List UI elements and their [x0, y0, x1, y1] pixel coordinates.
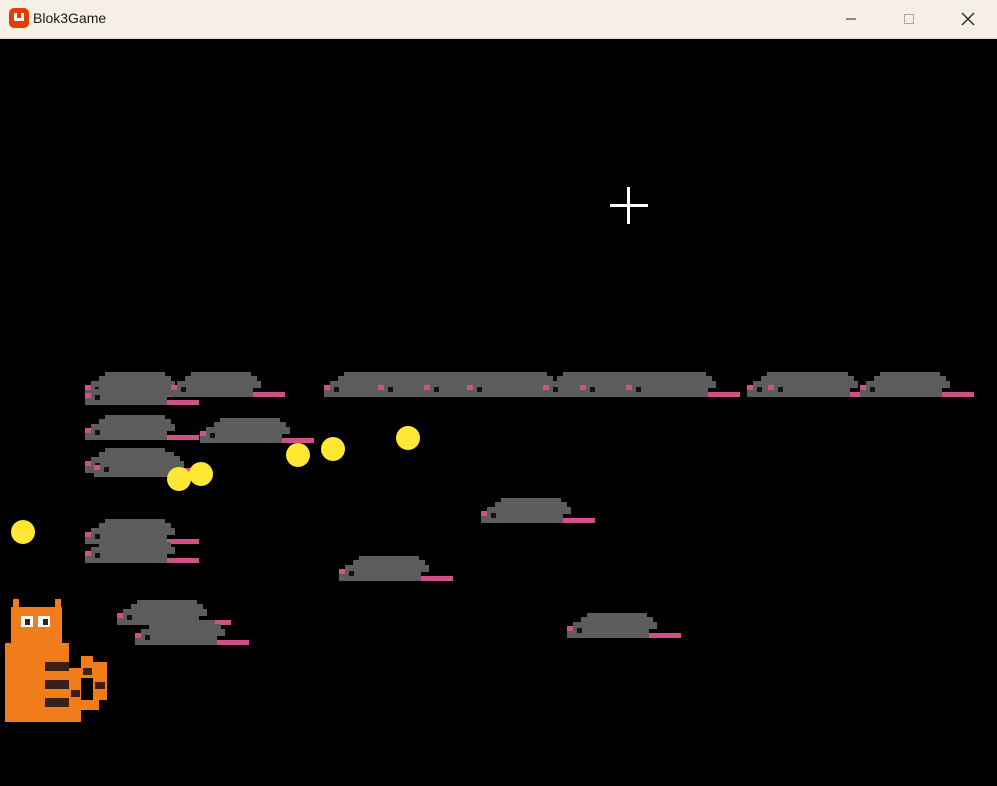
maximize-button[interactable]: [880, 0, 938, 38]
game-window: Blok3Game: [0, 0, 997, 786]
title-bar[interactable]: Blok3Game: [0, 0, 997, 39]
monogame-logo-icon: [9, 8, 29, 28]
coin: [396, 426, 420, 450]
minimize-icon: [846, 18, 856, 20]
window-title: Blok3Game: [33, 10, 107, 26]
player-cat: [5, 599, 107, 722]
mouse-enemy: [481, 498, 595, 523]
game-scene: [5, 187, 974, 722]
close-button[interactable]: [939, 0, 997, 38]
crosshair-icon: [610, 187, 648, 224]
game-canvas[interactable]: [0, 39, 997, 786]
mouse-enemy: [339, 556, 453, 581]
minimize-button[interactable]: [822, 0, 880, 38]
coin: [11, 520, 35, 544]
mouse-enemy: [567, 613, 681, 638]
mouse-enemy: [171, 372, 285, 397]
mouse-enemy: [85, 415, 199, 440]
mouse-enemy: [860, 372, 974, 397]
coin: [286, 443, 310, 467]
mouse-enemy: [200, 418, 314, 443]
close-icon: [961, 12, 975, 26]
coin-pickups: [11, 426, 420, 544]
coin: [321, 437, 345, 461]
maximize-icon: [904, 14, 914, 24]
enemy-mice: [85, 372, 974, 645]
coin: [189, 462, 213, 486]
coin: [167, 467, 191, 491]
